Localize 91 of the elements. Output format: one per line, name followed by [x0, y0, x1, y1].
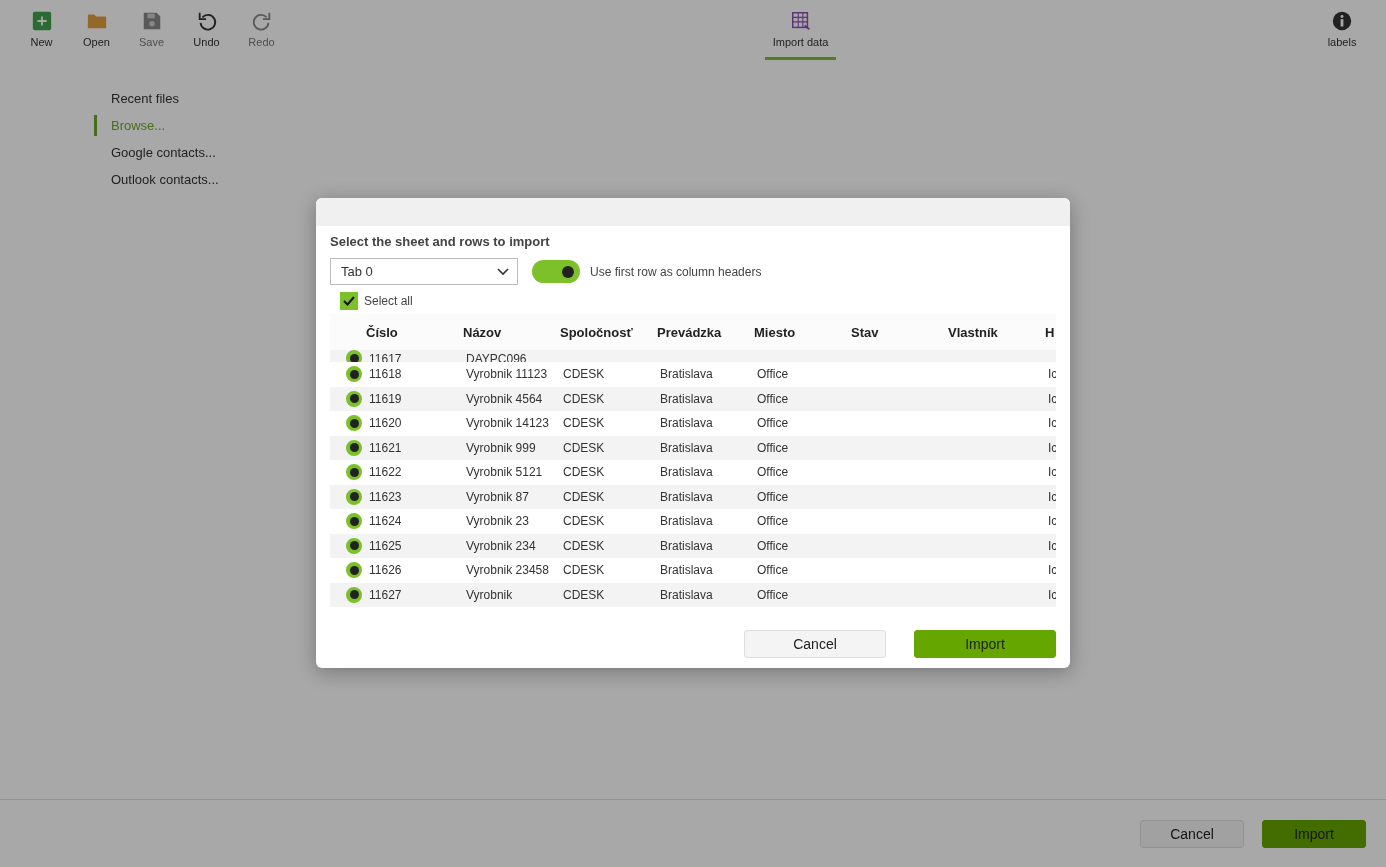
- row-radio[interactable]: [346, 439, 362, 456]
- column-header: Názov: [463, 324, 503, 340]
- table-cell-text: Office: [756, 391, 790, 406]
- table-cell-text: Office: [756, 367, 790, 382]
- redo-icon: [250, 10, 273, 32]
- import-button[interactable]: Import: [914, 630, 1056, 658]
- toolbar-button[interactable]: Undo: [179, 0, 234, 49]
- table-cell-text: Office: [756, 514, 790, 529]
- table-cell-text: Vyrobnik 23458: [465, 563, 550, 578]
- table-cell-text: CDESK: [562, 367, 606, 382]
- column-header: H: [1045, 324, 1056, 340]
- sheet-select[interactable]: Tab 0: [330, 258, 518, 285]
- table-cell-text: 11622: [368, 465, 403, 480]
- table-cell-text: CDESK: [562, 538, 606, 553]
- toolbar-button[interactable]: Open: [69, 0, 124, 49]
- table-cell-text: Office: [756, 440, 790, 455]
- header-toggle[interactable]: [532, 260, 580, 283]
- table-cell-text: 11619: [368, 391, 403, 406]
- column-header: Vlastník: [948, 324, 999, 340]
- column-header: Číslo: [366, 324, 399, 340]
- table-cell-text: 11618: [368, 367, 403, 382]
- table-cell-text: Bratislava: [659, 465, 714, 480]
- table-cell-text: 11620: [368, 416, 403, 431]
- table-cell-text: Vyrobnik 87: [465, 489, 530, 504]
- table-cell-text: Bratislava: [659, 440, 714, 455]
- table-cell-text: CDESK: [562, 514, 606, 529]
- column-header: Stav: [851, 324, 880, 340]
- import-tab[interactable]: Import data: [764, 0, 837, 60]
- table-cell-text: Bratislava: [659, 538, 714, 553]
- sidebar-item[interactable]: Outlook contacts...: [94, 169, 219, 190]
- table-cell-text: Vyrobnik 14123: [465, 416, 550, 431]
- row-radio[interactable]: [346, 562, 362, 579]
- chevron-down-icon: [497, 267, 509, 276]
- table-cell-text: 11627: [368, 587, 403, 602]
- row-radio[interactable]: [346, 390, 362, 407]
- table-cell-text: Bratislava: [659, 391, 714, 406]
- table-cell-text: Bratislava: [659, 563, 714, 578]
- table-cell-text: Office: [756, 416, 790, 431]
- table-cell-text: Bratislava: [659, 587, 714, 602]
- table-cell-text: CDESK: [562, 416, 606, 431]
- select-all-checkbox[interactable]: [340, 292, 358, 310]
- table-cell-text: Bratislava: [659, 514, 714, 529]
- row-radio[interactable]: [346, 350, 362, 362]
- table-cell-text: Vyrobnik: [465, 587, 514, 602]
- table-cell-text: CDESK: [562, 391, 606, 406]
- table-icon: [789, 10, 812, 32]
- sidebar-item[interactable]: Google contacts...: [94, 142, 216, 163]
- toggle-label: Use first row as column headers: [590, 264, 762, 279]
- table-cell-text: Office: [756, 587, 790, 602]
- table-cell-text: CDESK: [562, 563, 606, 578]
- table-cell-text: 11626: [368, 563, 403, 578]
- table-cell-text: CDESK: [562, 489, 606, 504]
- sidebar-item[interactable]: Recent files: [94, 88, 179, 109]
- table-cell-text: Bratislava: [659, 416, 714, 431]
- info-icon: [1331, 10, 1353, 32]
- table-cell-text: Vyrobnik 23: [465, 514, 530, 529]
- column-header: Spoločnosť: [560, 324, 634, 340]
- labels-button[interactable]: labels: [1312, 0, 1372, 49]
- table-cell-text: CDESK: [562, 587, 606, 602]
- table-cell-text: 11625: [368, 538, 403, 553]
- table-cell-text: 11621: [368, 440, 403, 455]
- table-cell-text: Office: [756, 489, 790, 504]
- table-cell-text: Office: [756, 563, 790, 578]
- row-radio[interactable]: [346, 513, 362, 530]
- plus-icon: [30, 10, 53, 32]
- table-cell-text: Office: [756, 465, 790, 480]
- table-cell-text: Vyrobnik 11123: [465, 367, 549, 382]
- select-all-label: Select all: [364, 294, 413, 308]
- row-radio[interactable]: [346, 586, 362, 603]
- row-radio[interactable]: [346, 366, 362, 383]
- cancel-button[interactable]: Cancel: [1140, 819, 1244, 848]
- row-radio[interactable]: [346, 488, 362, 505]
- row-radio[interactable]: [346, 464, 362, 481]
- table-cell-text: 11623: [368, 489, 403, 504]
- cancel-button[interactable]: Cancel: [744, 630, 886, 658]
- table-cell-text: Office: [756, 538, 790, 553]
- column-header: Prevádzka: [657, 324, 723, 340]
- column-header: Miesto: [754, 324, 797, 340]
- table-cell-text: CDESK: [562, 440, 606, 455]
- table-cell-text: CDESK: [562, 465, 606, 480]
- row-radio[interactable]: [346, 537, 362, 554]
- table-cell-text: Bratislava: [659, 489, 714, 504]
- table-cell-text: Vyrobnik 4564: [465, 391, 544, 406]
- table-cell-text: Vyrobnik 234: [465, 538, 537, 553]
- table-cell-text: Vyrobnik 5121: [465, 465, 544, 480]
- table-cell-text: Bratislava: [659, 367, 714, 382]
- toolbar-button[interactable]: New: [14, 0, 69, 49]
- row-radio[interactable]: [346, 415, 362, 432]
- table-cell-text: Vyrobnik 999: [465, 440, 537, 455]
- dialog-heading: Select the sheet and rows to import: [330, 234, 551, 249]
- table-cell-text: 11624: [368, 514, 403, 529]
